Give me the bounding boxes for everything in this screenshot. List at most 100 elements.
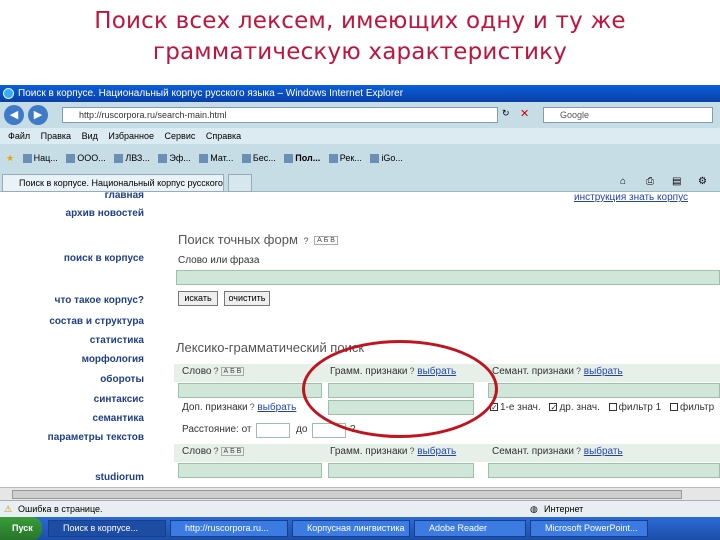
task-button[interactable]: Поиск в корпусе... <box>48 520 166 537</box>
sense-checkboxes: ✓ 1-е знач. ✓ др. знач. фильтр 1 фильтр <box>490 402 715 413</box>
page-icon <box>199 154 209 164</box>
scrollbar-thumb[interactable] <box>12 490 682 499</box>
word-input-2[interactable] <box>178 463 322 478</box>
taskbar: Пуск Поиск в корпусе... http://ruscorpor… <box>0 517 720 540</box>
search-input[interactable]: Google <box>543 107 713 123</box>
sem-choose-link[interactable]: выбрать <box>584 366 623 377</box>
ie-logo-icon <box>3 88 14 99</box>
sem-label: Семант. признаки? выбрать <box>492 366 623 377</box>
horizontal-scrollbar[interactable] <box>0 487 720 500</box>
search-forms: инструкция знать корпус Поиск точных фор… <box>174 192 720 487</box>
word-input[interactable] <box>178 383 322 398</box>
page-icon <box>370 154 380 164</box>
task-button[interactable]: Adobe Reader <box>414 520 526 537</box>
sidebar-item-syntax[interactable]: синтаксис <box>94 394 144 405</box>
checkbox-filter-1[interactable] <box>608 403 617 412</box>
menu-bar: Файл Правка Вид Избранное Сервис Справка <box>0 128 720 144</box>
sidebar-item-studiorum[interactable]: studiorum <box>95 472 144 483</box>
page-icon <box>22 154 32 164</box>
favorite-link[interactable]: ООО... <box>66 144 106 172</box>
favorites-bar: ★ Нац... ООО... ЛВЗ... Эф... Мат... Бес.… <box>0 144 720 172</box>
exact-phrase-input[interactable] <box>176 270 720 285</box>
page-menu-icon[interactable]: ▤ <box>672 176 681 187</box>
add-choose-link[interactable]: выбрать <box>257 402 296 413</box>
favorite-link[interactable]: Пол... <box>284 144 320 172</box>
distance-from-input[interactable] <box>256 423 290 438</box>
gram-choose-link-2[interactable]: выбрать <box>417 446 456 457</box>
tab-search[interactable]: Поиск в корпусе. Национальный корпус рус… <box>2 174 224 192</box>
favorite-link[interactable]: Рек... <box>328 144 362 172</box>
new-tab-button[interactable] <box>228 174 252 192</box>
browser-screenshot: Поиск в корпусе. Национальный корпус рус… <box>0 85 720 540</box>
sidebar-item-home[interactable]: главная <box>105 192 144 201</box>
keyboard-abc-icon[interactable]: А Б В <box>314 236 338 246</box>
start-button[interactable]: Пуск <box>0 517 42 540</box>
menu-favorites[interactable]: Избранное <box>108 131 154 141</box>
gram-input-2[interactable] <box>328 463 474 478</box>
sem-input-2[interactable] <box>488 463 720 478</box>
task-button[interactable]: http://ruscorpora.ru... <box>170 520 288 537</box>
status-zone: Интернет <box>544 504 584 514</box>
page-icon <box>328 154 338 164</box>
page-icon <box>241 154 251 164</box>
sidebar-item-composition[interactable]: состав и структура <box>49 316 144 327</box>
clear-button[interactable]: очистить <box>224 291 270 306</box>
forward-arrow-icon[interactable]: ▶ <box>28 105 48 125</box>
favorite-link[interactable]: Нац... <box>22 144 58 172</box>
distance-label: Расстояние: от <box>182 424 252 435</box>
search-button[interactable]: искать <box>178 291 218 306</box>
home-icon[interactable]: ⌂ <box>620 176 626 187</box>
stop-icon[interactable]: ✕ <box>520 107 529 120</box>
highlight-ellipse <box>302 340 498 438</box>
page-icon <box>284 154 294 164</box>
gram-label-2: Грамм. признаки? выбрать <box>330 446 457 457</box>
sem-input[interactable] <box>488 383 720 398</box>
page-icon <box>158 154 168 164</box>
menu-file[interactable]: Файл <box>8 131 30 141</box>
task-button[interactable]: Корпусная лингвистика <box>292 520 410 537</box>
sem-label-2: Семант. признаки? выбрать <box>492 446 623 457</box>
keyboard-abc-icon[interactable]: А Б В <box>220 366 245 376</box>
sidebar-item-morphology[interactable]: морфология <box>82 354 144 365</box>
refresh-icon[interactable]: ↻ <box>502 108 510 119</box>
tools-gear-icon[interactable]: ⚙ <box>698 176 707 187</box>
checkbox-filter[interactable] <box>669 403 678 412</box>
status-bar: ⚠ Ошибка в странице. ◍ Интернет <box>0 500 720 517</box>
favorite-link[interactable]: Бес... <box>241 144 276 172</box>
sem-choose-link-2[interactable]: выбрать <box>584 446 623 457</box>
favorite-link[interactable]: Мат... <box>199 144 233 172</box>
sidebar-item-statistics[interactable]: статистика <box>90 335 144 346</box>
address-bar: ◀ ▶ http://ruscorpora.ru/search-main.htm… <box>0 102 720 128</box>
task-button[interactable]: Microsoft PowerPoint... <box>530 520 648 537</box>
menu-view[interactable]: Вид <box>82 131 98 141</box>
menu-tools[interactable]: Сервис <box>165 131 196 141</box>
sidebar-nav: главная архив новостей поиск в корпусе ч… <box>0 192 150 487</box>
window-titlebar: Поиск в корпусе. Национальный корпус рус… <box>0 85 720 102</box>
favorite-link[interactable]: Эф... <box>158 144 191 172</box>
status-left: Ошибка в странице. <box>18 504 103 514</box>
tab-bar: Поиск в корпусе. Национальный корпус рус… <box>0 172 720 192</box>
print-icon[interactable]: ⎙ <box>646 176 654 187</box>
favorite-link[interactable]: ЛВЗ... <box>114 144 150 172</box>
menu-edit[interactable]: Правка <box>41 131 71 141</box>
exact-field-label: Слово или фраза <box>178 255 260 266</box>
web-page: главная архив новостей поиск в корпусе ч… <box>0 192 720 487</box>
checkbox-other-sense[interactable]: ✓ <box>549 403 558 412</box>
back-arrow-icon[interactable]: ◀ <box>4 105 24 125</box>
help-icon[interactable]: ? <box>304 236 309 246</box>
address-input[interactable]: http://ruscorpora.ru/search-main.html <box>62 107 498 123</box>
sidebar-item-semantics[interactable]: семантика <box>93 413 144 424</box>
keyboard-abc-icon[interactable]: А Б В <box>220 446 245 456</box>
warning-icon: ⚠ <box>4 504 13 514</box>
word-label: Слово? А Б В <box>182 366 245 377</box>
menu-help[interactable]: Справка <box>206 131 241 141</box>
top-links[interactable]: инструкция знать корпус <box>574 192 688 203</box>
window-title: Поиск в корпусе. Национальный корпус рус… <box>18 88 404 99</box>
sidebar-item-what-is-corpus[interactable]: что такое корпус? <box>55 295 144 306</box>
sidebar-item-phrases[interactable]: обороты <box>100 374 144 385</box>
sidebar-item-news-archive[interactable]: архив новостей <box>66 208 144 219</box>
sidebar-item-corpus-search[interactable]: поиск в корпусе <box>64 253 144 264</box>
favorites-star-icon[interactable]: ★ <box>6 144 14 172</box>
sidebar-item-text-params[interactable]: параметры текстов <box>48 432 144 443</box>
favorite-link[interactable]: iGo... <box>370 144 403 172</box>
